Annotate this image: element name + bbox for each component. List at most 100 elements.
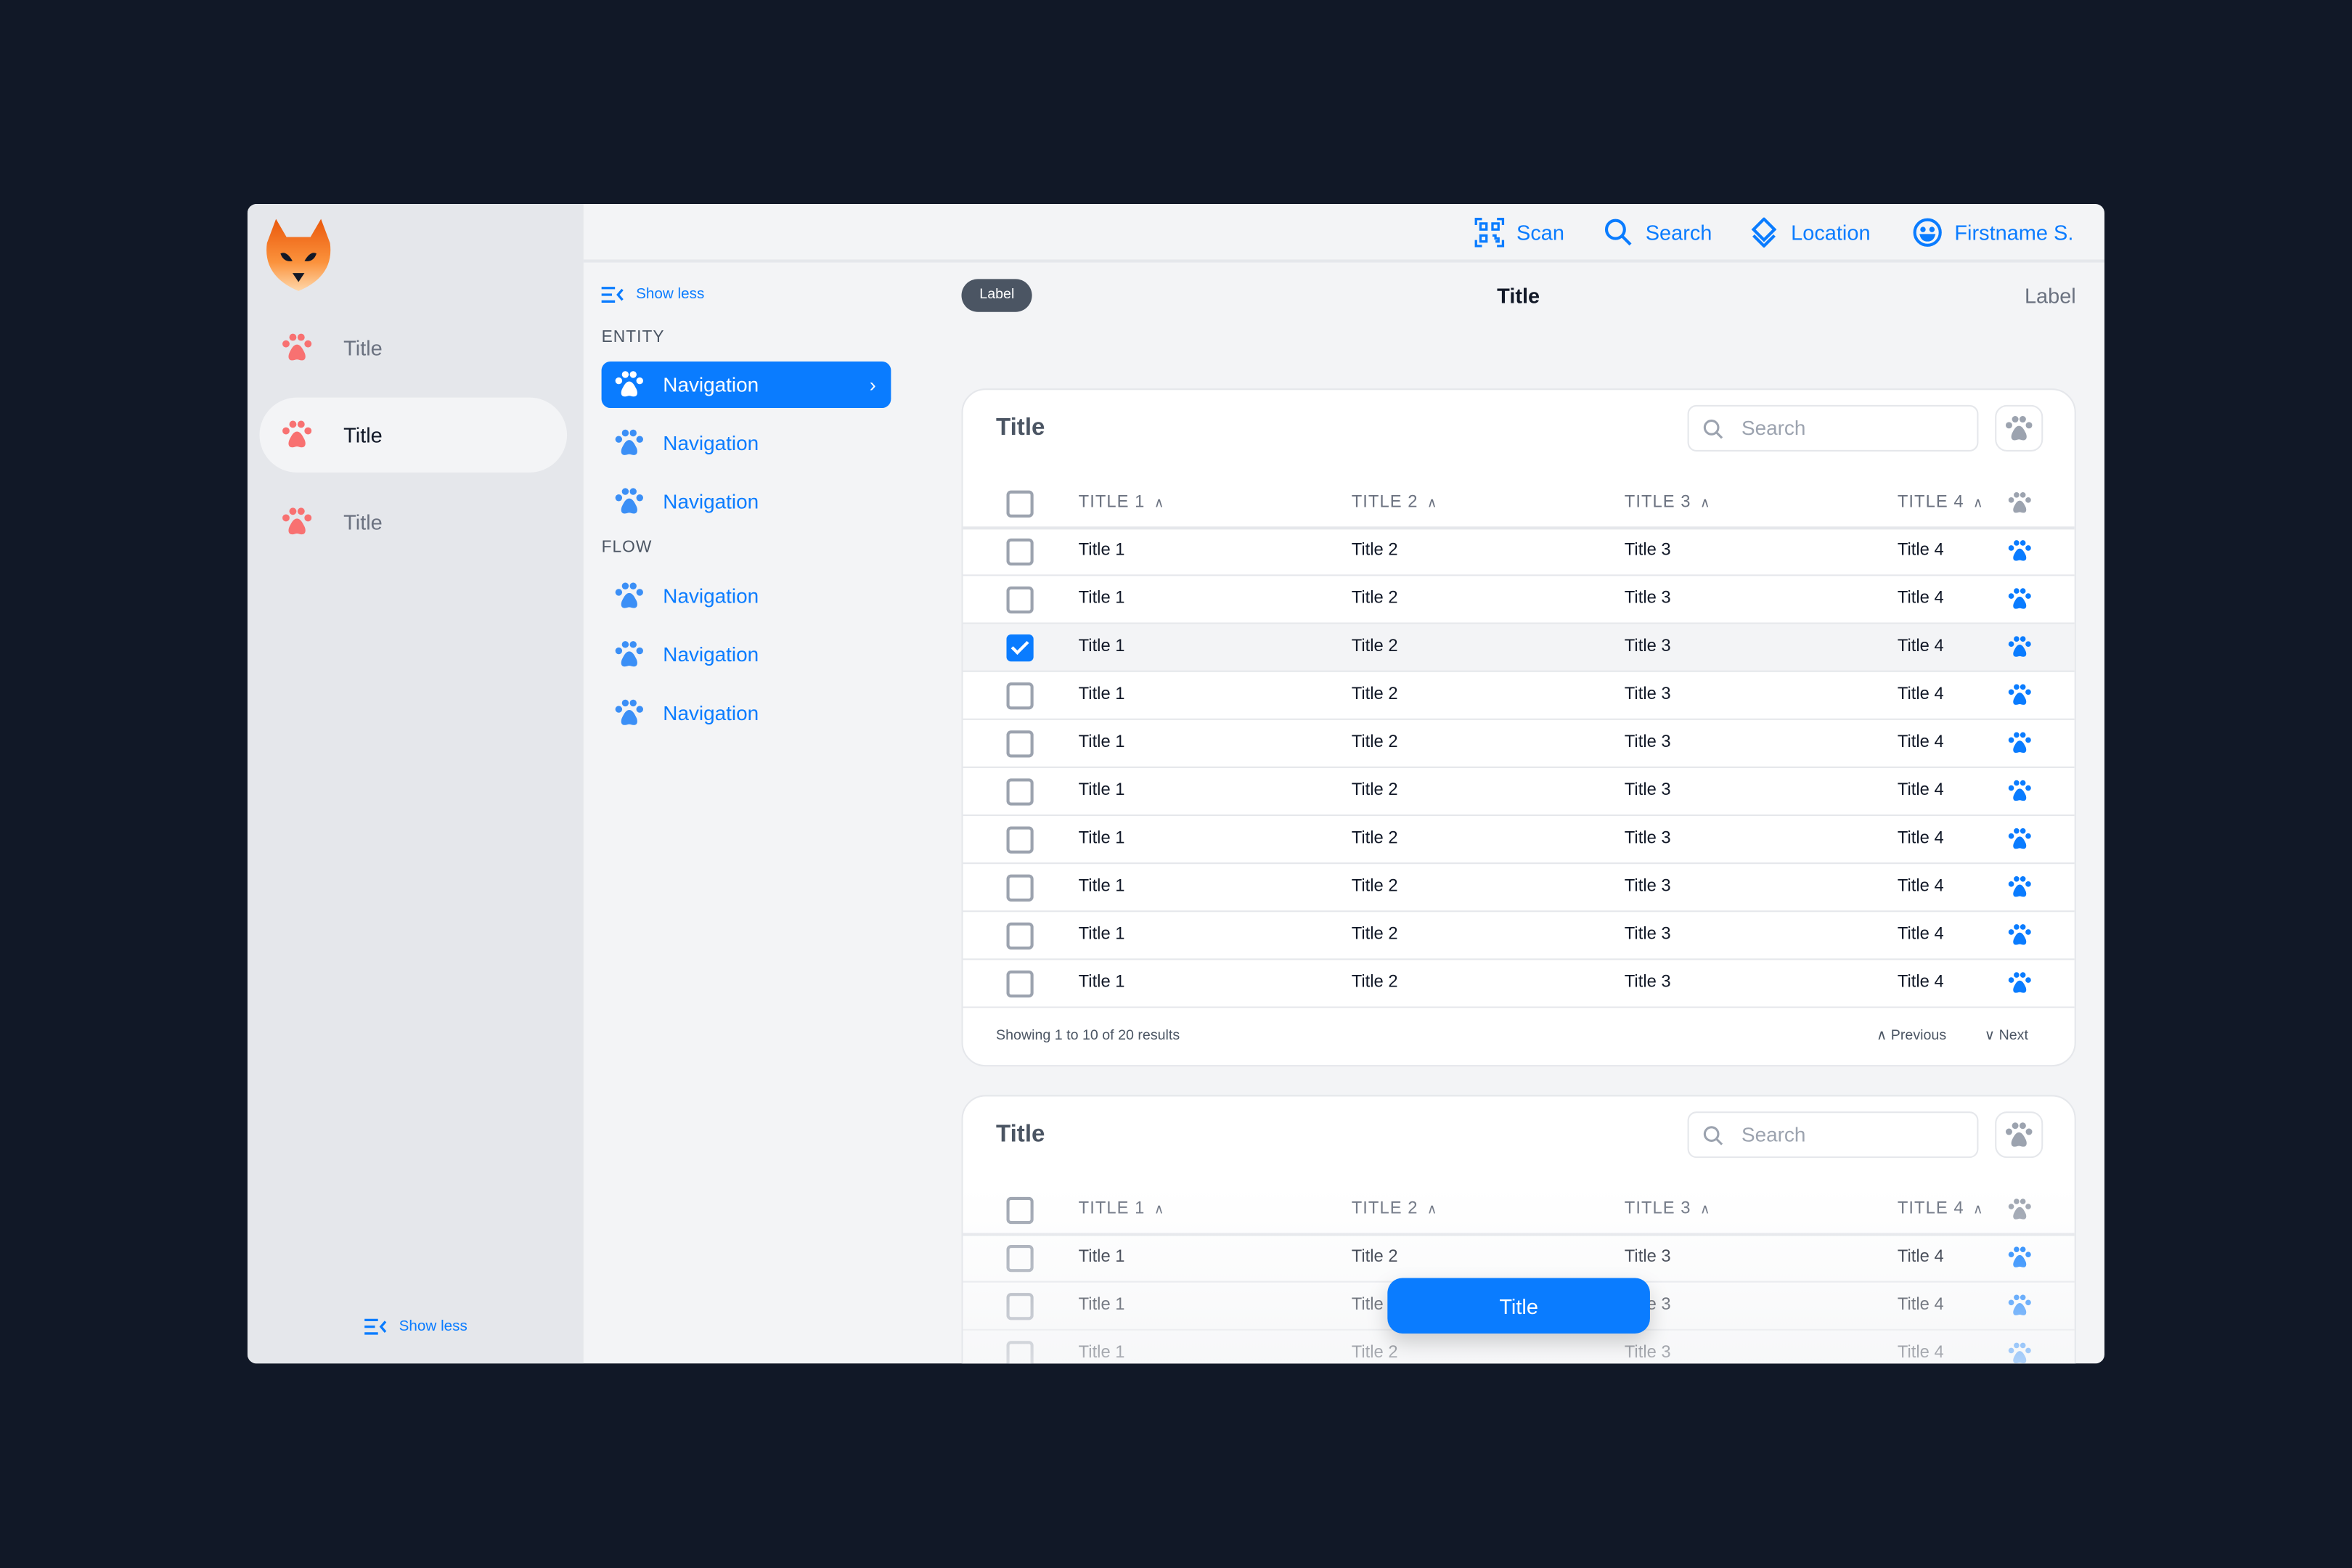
table-search[interactable] [1687,404,1979,452]
nav-item-entity-1[interactable]: Navigation › [601,361,891,409]
app-window: Title Title Title Show less Scan Search … [247,204,2105,1364]
column-header[interactable]: TITLE 4 ∧ [1898,1200,1984,1218]
paw-icon[interactable] [2007,1197,2033,1222]
table-cell: Title 1 [1078,589,1125,608]
sort-ascending-icon[interactable]: ∧ [1700,1201,1711,1217]
sort-ascending-icon[interactable]: ∧ [1154,495,1165,510]
paw-icon[interactable] [2007,778,2033,804]
paw-icon [280,332,313,364]
results-summary: Showing 1 to 10 of 20 results [996,1027,1180,1045]
row-checkbox[interactable] [1006,778,1034,806]
sort-ascending-icon[interactable]: ∧ [1700,495,1711,510]
table-cell: Title 4 [1897,589,1944,608]
row-checkbox[interactable] [1006,1293,1034,1320]
column-header[interactable]: TITLE 3 ∧ [1625,494,1711,512]
sort-ascending-icon[interactable]: ∧ [1427,495,1438,510]
select-all-checkbox[interactable] [1006,1196,1034,1225]
rail-item-label: Title [343,422,383,447]
select-all-checkbox[interactable] [1006,490,1034,518]
user-name: Firstname S. [1954,220,2074,245]
paw-icon[interactable] [2007,1293,2033,1318]
chevron-right-icon: › [869,373,876,396]
nav-item-flow-1[interactable]: Navigation [602,573,891,619]
table-cell: Title 4 [1897,685,1944,704]
row-checkbox[interactable] [1006,874,1034,902]
paw-icon[interactable] [2007,1341,2033,1363]
table-row[interactable]: Title 1 Title 2 Title 3 Title 4 [963,912,2075,960]
paw-icon[interactable] [2007,634,2033,660]
paw-icon[interactable] [2007,682,2033,708]
paw-icon[interactable] [2007,875,2033,900]
sort-ascending-icon[interactable]: ∧ [1973,1201,1984,1217]
nav-item-entity-2[interactable]: Navigation [602,420,891,467]
table-cell: Title 1 [1078,637,1125,656]
paw-icon[interactable] [2007,923,2033,948]
paw-icon [613,639,645,670]
user-menu-button[interactable]: Firstname S. [1913,218,2074,248]
row-checkbox[interactable] [1006,970,1034,998]
sort-ascending-icon[interactable]: ∧ [1973,495,1984,510]
table-cell: Title 2 [1351,877,1398,896]
row-checkbox[interactable] [1006,538,1034,565]
column-header[interactable]: TITLE 3 ∧ [1625,1200,1711,1218]
nav-item-flow-3[interactable]: Navigation [602,690,891,736]
paw-icon[interactable] [2007,730,2033,756]
row-checkbox[interactable] [1006,1245,1034,1273]
search-input[interactable] [1738,1122,1955,1148]
rail-item-2[interactable]: Title [259,397,568,473]
nav-item-flow-2[interactable]: Navigation [602,632,891,678]
table-row[interactable]: Title 1 Title 2 Title 3 Title 4 [963,864,2075,912]
row-checkbox[interactable] [1006,922,1034,950]
table-cell: Title 2 [1351,925,1398,944]
rail-item-1[interactable]: Title [259,311,567,385]
scan-button[interactable]: Scan [1474,218,1564,248]
search-icon [1604,219,1632,246]
table-cell: Title 2 [1351,829,1398,848]
paw-icon[interactable] [2007,1245,2033,1270]
table-row[interactable]: Title 1 Title 2 Title 3 Title 4 [963,1235,2075,1283]
table-row[interactable]: Title 1 Title 2 Title 3 Title 4 [963,768,2075,817]
row-checkbox[interactable] [1006,826,1034,854]
column-header[interactable]: TITLE 1 ∧ [1079,1200,1165,1218]
table-row[interactable]: Title 1 Title 2 Title 3 Title 4 [963,1331,2075,1364]
table-row[interactable]: Title 1 Title 2 Title 3 Title 4 [963,720,2075,768]
column-header[interactable]: TITLE 2 ∧ [1352,1200,1438,1218]
floating-action-button[interactable]: Title [1387,1278,1650,1334]
paw-icon[interactable] [2007,587,2033,612]
location-button[interactable]: Location [1749,217,1871,248]
search-input[interactable] [1738,415,1955,441]
search-button[interactable]: Search [1604,218,1712,248]
column-header[interactable]: TITLE 1 ∧ [1079,494,1165,512]
table-row[interactable]: Title 1 Title 2 Title 3 Title 4 [963,624,2075,672]
table-search[interactable] [1687,1111,1979,1159]
row-checkbox[interactable] [1006,586,1034,614]
sort-ascending-icon[interactable]: ∧ [1427,1201,1438,1217]
paw-icon[interactable] [2007,491,2033,516]
row-checkbox[interactable] [1006,730,1034,758]
rail-show-less-button[interactable]: Show less [364,1318,467,1335]
paw-icon[interactable] [2007,971,2033,996]
row-checkbox[interactable] [1006,682,1034,710]
column-header[interactable]: TITLE 2 ∧ [1352,494,1438,512]
paw-icon[interactable] [2007,827,2033,852]
nav-show-less-button[interactable]: Show less [601,287,704,303]
table-row[interactable]: Title 1 Title 2 Title 3 Title 4 [963,672,2075,720]
table-row[interactable]: Title 1 Title 2 Title 3 Title 4 [963,960,2075,1008]
column-header[interactable]: TITLE 4 ∧ [1898,494,1984,512]
filter-button[interactable] [1995,1111,2043,1159]
nav-item-entity-3[interactable]: Navigation [602,478,891,525]
previous-page-button[interactable]: ∧ Previous [1877,1027,1946,1044]
row-checkbox[interactable] [1006,634,1034,662]
sort-ascending-icon[interactable]: ∧ [1154,1201,1165,1217]
next-page-button[interactable]: ∨ Next [1985,1027,2028,1044]
table-row[interactable]: Title 1 Title 2 Title 3 Title 4 [963,528,2075,576]
paw-icon [280,505,313,538]
row-checkbox[interactable] [1006,1341,1034,1364]
page-label: Label [2024,283,2076,308]
filter-button[interactable] [1995,404,2043,452]
paw-icon[interactable] [2007,539,2033,564]
table-cell: Title 3 [1624,1344,1671,1363]
table-row[interactable]: Title 1 Title 2 Title 3 Title 4 [963,576,2075,624]
rail-item-3[interactable]: Title [259,484,567,559]
table-row[interactable]: Title 1 Title 2 Title 3 Title 4 [963,816,2075,865]
